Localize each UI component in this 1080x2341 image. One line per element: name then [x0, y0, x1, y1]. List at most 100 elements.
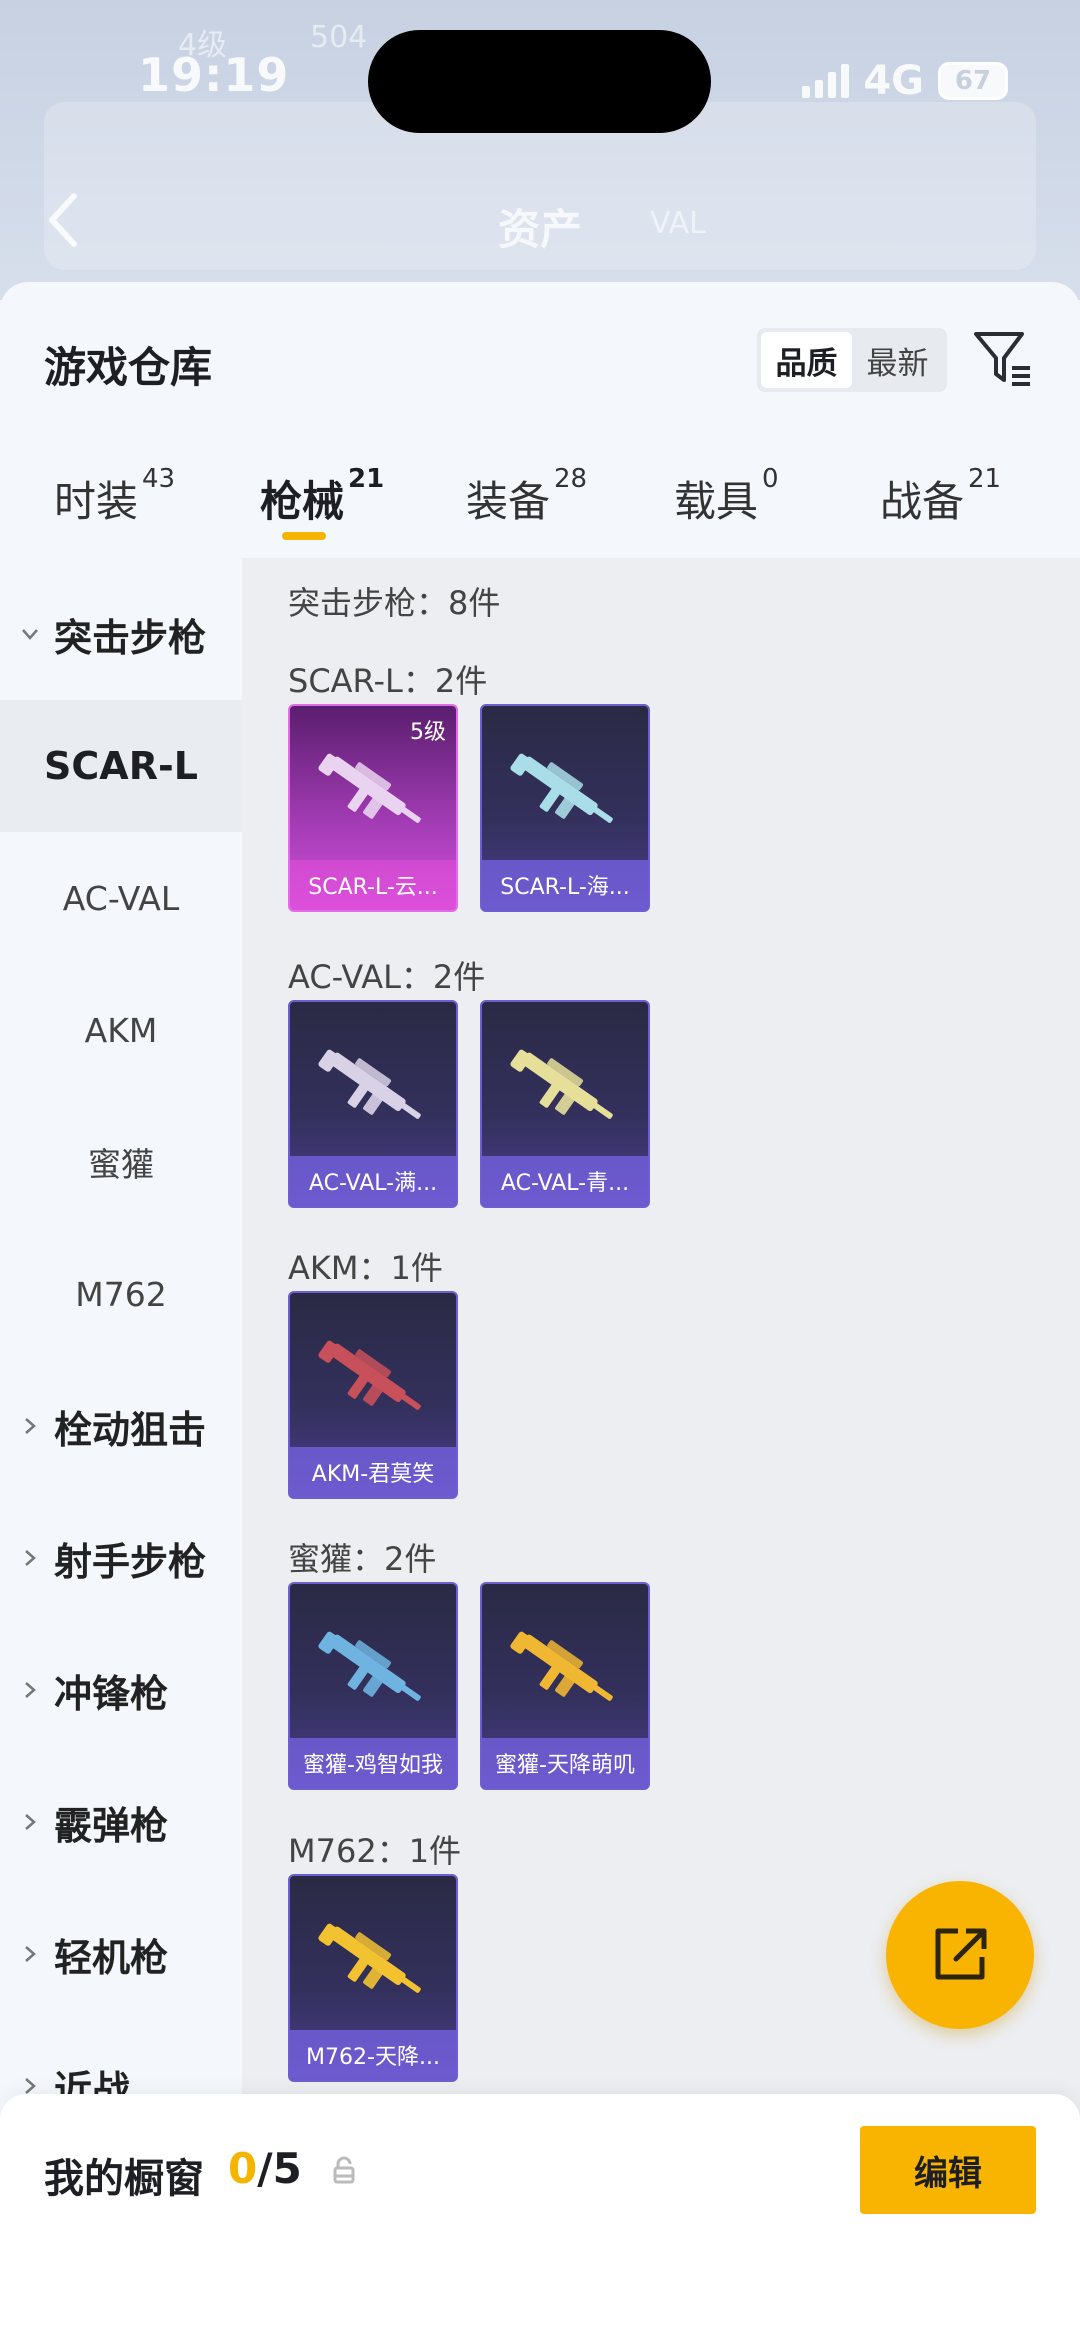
weapon-icon: [318, 1049, 421, 1119]
tab-count: 21: [968, 464, 1002, 494]
sidebar-item-label: 栓动狙击: [54, 1407, 207, 1452]
tab-label: 载具: [674, 477, 759, 526]
sidebar-item-label: 霰弹枪: [54, 1803, 169, 1848]
page-title-background: 资产: [497, 205, 582, 254]
sidebar-item-label: 轻机枪: [54, 1935, 169, 1980]
sidebar-item-scar-l[interactable]: SCAR-L: [0, 700, 242, 832]
chevron-right-icon: [25, 1550, 36, 1566]
chevron-down-icon: [22, 629, 38, 640]
tab-vehicles[interactable]: 载具 0: [674, 464, 779, 529]
weapon-icon: [318, 1923, 421, 1993]
weapon-icon: [318, 753, 421, 823]
sidebar-item-bolt-sniper[interactable]: 栓动狙击: [0, 1360, 242, 1492]
chevron-right-icon: [25, 1418, 36, 1434]
sidebar-item-smg[interactable]: 冲锋枪: [0, 1624, 242, 1756]
network-type: 4G: [863, 58, 924, 104]
weapon-category-sidebar: 突击步枪 SCAR-L AC-VAL AKM 蜜獾 M762 栓动狙击 射手步枪…: [0, 558, 242, 2341]
chevron-right-icon: [25, 1682, 36, 1698]
sidebar-item-label: 蜜獾: [88, 1145, 154, 1184]
sidebar-item-lmg[interactable]: 轻机枪: [0, 1888, 242, 2020]
tab-count: 28: [554, 464, 588, 494]
sidebar-item-akm[interactable]: AKM: [0, 964, 242, 1096]
faint-count-text: 504: [310, 20, 368, 55]
showcase-label: 我的橱窗: [44, 2156, 204, 2202]
tab-label: 战备: [880, 477, 965, 526]
sort-newest-button[interactable]: 最新: [852, 332, 943, 388]
section-label: AKM：1件: [288, 1249, 443, 1287]
tab-count: 43: [142, 464, 176, 494]
share-button[interactable]: [886, 1881, 1034, 2029]
weapon-name: AKM-君莫笑: [290, 1447, 456, 1497]
battery-icon: 67: [938, 62, 1008, 100]
tab-fashion[interactable]: 时装 43: [54, 464, 175, 529]
weapon-card[interactable]: AC-VAL-青...: [480, 1000, 650, 1208]
warehouse-sheet: 游戏仓库 品质 最新 时装 43 枪械 21 装备 28 载具 0 战备 21 突击步枪 …: [0, 282, 1080, 2341]
share-icon: [935, 1928, 987, 1980]
sort-toggle: 品质 最新: [757, 328, 947, 392]
weapon-icon: [510, 1049, 613, 1119]
weapon-name: SCAR-L-云...: [290, 860, 456, 910]
weapon-card[interactable]: 5级 SCAR-L-云...: [288, 704, 458, 912]
sidebar-item-label: 射手步枪: [54, 1539, 207, 1584]
background-header: 4级 504 VAL 19:19 4G 67 资产: [0, 0, 1080, 300]
section-label: AC-VAL：2件: [288, 958, 486, 996]
status-time: 19:19: [138, 48, 290, 102]
sidebar-item-honey-badger[interactable]: 蜜獾: [0, 1096, 242, 1228]
sidebar-item-assault-rifle[interactable]: 突击步枪: [0, 568, 242, 700]
tab-supplies[interactable]: 战备 21: [880, 464, 1001, 529]
weapon-card[interactable]: AC-VAL-满...: [288, 1000, 458, 1208]
sidebar-item-shotgun[interactable]: 霰弹枪: [0, 1756, 242, 1888]
weapon-level-badge: 5级: [410, 720, 446, 745]
edit-button[interactable]: 编辑: [860, 2126, 1036, 2214]
weapon-icon: [510, 753, 613, 823]
category-summary: 突击步枪：8件: [288, 584, 501, 622]
tab-label: 时装: [54, 477, 139, 526]
sidebar-item-marksman-rifle[interactable]: 射手步枪: [0, 1492, 242, 1624]
weapon-name: 蜜獾-天降萌叽: [482, 1738, 648, 1788]
tab-guns[interactable]: 枪械 21: [260, 464, 384, 529]
showcase-bar: 我的橱窗 0/5 编辑: [0, 2094, 1080, 2341]
lock-icon: [333, 2156, 355, 2184]
filter-icon[interactable]: [972, 328, 1034, 390]
weapon-name: 蜜獾-鸡智如我: [290, 1738, 456, 1788]
warehouse-title: 游戏仓库: [44, 343, 213, 392]
section-label: 蜜獾：2件: [288, 1540, 437, 1578]
weapon-name: AC-VAL-满...: [290, 1156, 456, 1206]
tab-count: 21: [348, 464, 385, 494]
weapon-icon: [318, 1340, 421, 1410]
showcase-total: /5: [257, 2144, 302, 2193]
weapon-name: SCAR-L-海...: [482, 860, 648, 910]
sidebar-item-label: AC-VAL: [62, 878, 180, 918]
weapon-card[interactable]: 蜜獾-天降萌叽: [480, 1582, 650, 1790]
sidebar-item-ac-val[interactable]: AC-VAL: [0, 832, 242, 964]
tab-label: 装备: [466, 477, 551, 526]
showcase-count: 0/5: [228, 2144, 302, 2193]
chevron-right-icon: [25, 2078, 36, 2094]
dynamic-island: [368, 30, 711, 133]
sidebar-item-label: M762: [75, 1274, 167, 1314]
status-indicators: 4G 67: [802, 58, 1008, 104]
weapon-card[interactable]: M762-天降...: [288, 1874, 458, 2082]
weapon-name: AC-VAL-青...: [482, 1156, 648, 1206]
weapon-card[interactable]: SCAR-L-海...: [480, 704, 650, 912]
sidebar-item-label: AKM: [84, 1010, 158, 1050]
category-tabs: 时装 43 枪械 21 装备 28 载具 0 战备 21: [0, 464, 1080, 558]
sidebar-item-label: 突击步枪: [54, 615, 207, 660]
signal-icon: [802, 64, 850, 98]
sidebar-item-label: SCAR-L: [44, 744, 198, 788]
chevron-right-icon: [25, 1946, 36, 1962]
sidebar-item-m762[interactable]: M762: [0, 1228, 242, 1360]
weapon-card[interactable]: AKM-君莫笑: [288, 1291, 458, 1499]
chevron-right-icon: [25, 1814, 36, 1830]
tab-label: 枪械: [260, 477, 345, 526]
weapon-card[interactable]: 蜜獾-鸡智如我: [288, 1582, 458, 1790]
tab-equipment[interactable]: 装备 28: [466, 464, 587, 529]
weapon-icon: [510, 1631, 613, 1701]
sidebar-item-label: 冲锋枪: [54, 1671, 169, 1716]
section-label: M762：1件: [288, 1832, 462, 1870]
sort-quality-button[interactable]: 品质: [761, 332, 852, 388]
weapon-name: M762-天降...: [290, 2030, 456, 2080]
section-label: SCAR-L：2件: [288, 662, 488, 700]
weapon-icon: [318, 1631, 421, 1701]
showcase-current: 0: [228, 2144, 258, 2193]
